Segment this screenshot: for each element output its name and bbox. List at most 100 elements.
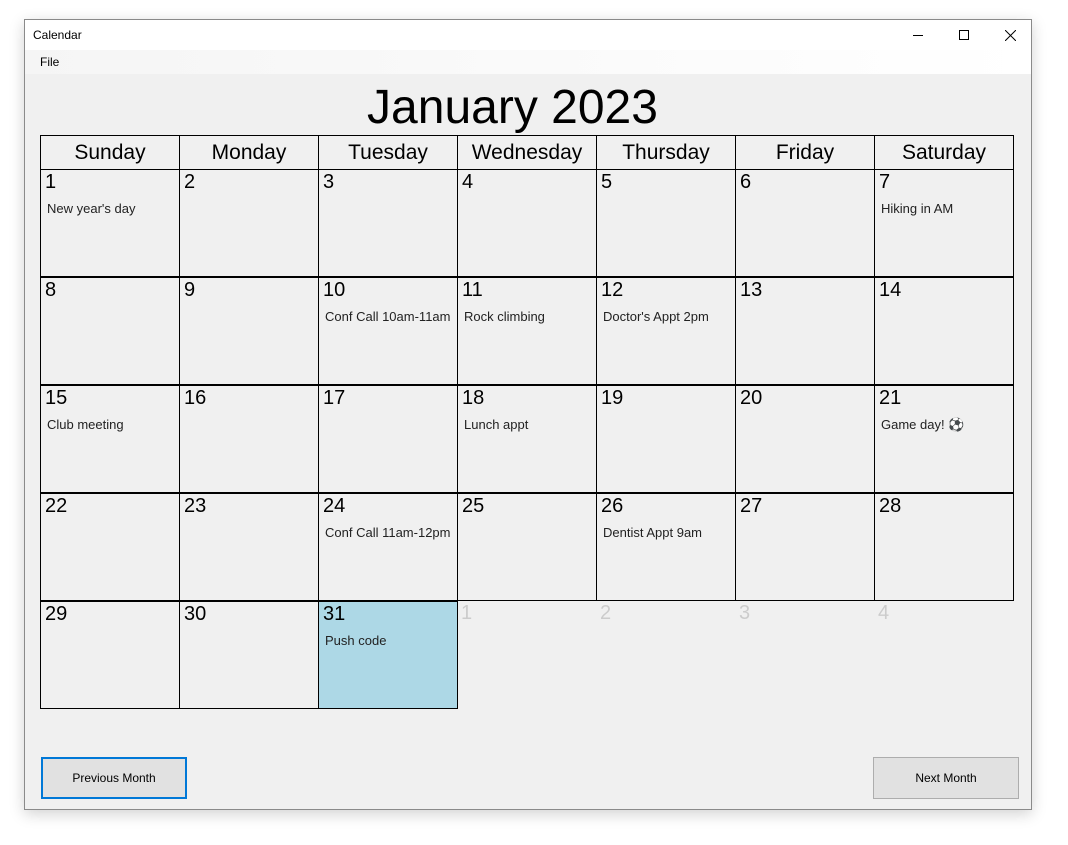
day-cell[interactable]: 9 (179, 277, 319, 385)
day-cell[interactable]: 8 (40, 277, 180, 385)
title-bar[interactable]: Calendar (25, 20, 1031, 50)
weekday-header: Sunday (40, 135, 180, 170)
day-number: 2 (600, 602, 612, 624)
day-number: 20 (740, 387, 763, 409)
day-cell[interactable]: 7 Hiking in AM (874, 169, 1014, 277)
day-cell-other-month[interactable]: 1 (457, 601, 597, 709)
day-cell[interactable]: 6 (735, 169, 875, 277)
weekday-header: Monday (179, 135, 319, 170)
menu-file[interactable]: File (40, 55, 59, 69)
day-number: 14 (879, 279, 902, 301)
event-label: Conf Call 10am-11am (325, 309, 451, 324)
day-number: 24 (323, 495, 346, 517)
day-cell[interactable]: 29 (40, 601, 180, 709)
day-number: 3 (323, 171, 335, 193)
day-cell-other-month[interactable]: 2 (596, 601, 736, 709)
minimize-icon (913, 30, 923, 40)
weekday-header: Thursday (596, 135, 736, 170)
day-number: 29 (45, 603, 68, 625)
day-number: 17 (323, 387, 346, 409)
day-cell[interactable]: 5 (596, 169, 736, 277)
day-cell[interactable]: 27 (735, 493, 875, 601)
day-number: 23 (184, 495, 207, 517)
day-number: 28 (879, 495, 902, 517)
day-number: 15 (45, 387, 68, 409)
day-number: 25 (462, 495, 485, 517)
next-month-button[interactable]: Next Month (873, 757, 1019, 799)
day-cell[interactable]: 30 (179, 601, 319, 709)
calendar-window: Calendar File January 2023 Sunday Monday T… (24, 19, 1032, 810)
day-cell-other-month[interactable]: 4 (874, 601, 1014, 709)
maximize-button[interactable] (941, 20, 987, 50)
day-number: 6 (740, 171, 752, 193)
day-cell-selected[interactable]: 31 Push code (318, 601, 458, 709)
day-number: 19 (601, 387, 624, 409)
day-number: 31 (323, 603, 346, 625)
previous-month-button[interactable]: Previous Month (41, 757, 187, 799)
month-title: January 2023 (367, 81, 658, 134)
day-number: 7 (879, 171, 891, 193)
day-cell[interactable]: 11 Rock climbing (457, 277, 597, 385)
day-cell[interactable]: 4 (457, 169, 597, 277)
weekday-header: Friday (735, 135, 875, 170)
day-cell-other-month[interactable]: 3 (735, 601, 875, 709)
event-label: Dentist Appt 9am (603, 525, 702, 540)
day-cell[interactable]: 26 Dentist Appt 9am (596, 493, 736, 601)
day-number: 27 (740, 495, 763, 517)
day-cell[interactable]: 22 (40, 493, 180, 601)
day-number: 21 (879, 387, 902, 409)
day-number: 11 (462, 279, 483, 301)
day-cell[interactable]: 28 (874, 493, 1014, 601)
window-title: Calendar (33, 28, 82, 42)
weekday-header: Wednesday (457, 135, 597, 170)
day-number: 22 (45, 495, 68, 517)
day-number: 16 (184, 387, 207, 409)
day-number: 4 (462, 171, 474, 193)
day-number: 18 (462, 387, 485, 409)
day-number: 26 (601, 495, 624, 517)
day-cell[interactable]: 12 Doctor's Appt 2pm (596, 277, 736, 385)
day-cell[interactable]: 13 (735, 277, 875, 385)
day-cell[interactable]: 25 (457, 493, 597, 601)
day-cell[interactable]: 24 Conf Call 11am-12pm (318, 493, 458, 601)
day-cell[interactable]: 17 (318, 385, 458, 493)
weekday-header: Saturday (874, 135, 1014, 170)
menu-bar: File (25, 50, 1031, 74)
event-label: Club meeting (47, 417, 124, 432)
event-label: Doctor's Appt 2pm (603, 309, 709, 324)
weekday-header: Tuesday (318, 135, 458, 170)
event-label: New year's day (47, 201, 136, 216)
day-number: 12 (601, 279, 624, 301)
day-number: 8 (45, 279, 57, 301)
minimize-button[interactable] (895, 20, 941, 50)
day-cell[interactable]: 21 Game day! ⚽ (874, 385, 1014, 493)
day-cell[interactable]: 16 (179, 385, 319, 493)
day-number: 1 (45, 171, 57, 193)
day-cell[interactable]: 3 (318, 169, 458, 277)
day-number: 30 (184, 603, 207, 625)
event-label: Lunch appt (464, 417, 529, 432)
day-number: 5 (601, 171, 613, 193)
day-number: 3 (739, 602, 751, 624)
day-cell[interactable]: 23 (179, 493, 319, 601)
day-cell[interactable]: 15 Club meeting (40, 385, 180, 493)
day-cell[interactable]: 1 New year's day (40, 169, 180, 277)
maximize-icon (959, 30, 969, 40)
day-cell[interactable]: 10 Conf Call 10am-11am (318, 277, 458, 385)
day-number: 13 (740, 279, 763, 301)
day-number: 2 (184, 171, 196, 193)
event-label: Hiking in AM (881, 201, 954, 216)
day-number: 10 (323, 279, 346, 301)
event-label: Game day! ⚽ (881, 417, 965, 432)
event-label: Conf Call 11am-12pm (325, 525, 451, 540)
event-label: Push code (325, 633, 387, 648)
day-cell[interactable]: 20 (735, 385, 875, 493)
close-icon (1004, 29, 1016, 41)
day-number: 4 (878, 602, 890, 624)
day-cell[interactable]: 19 (596, 385, 736, 493)
close-button[interactable] (987, 20, 1033, 50)
day-cell[interactable]: 14 (874, 277, 1014, 385)
day-number: 9 (184, 279, 196, 301)
day-cell[interactable]: 18 Lunch appt (457, 385, 597, 493)
day-cell[interactable]: 2 (179, 169, 319, 277)
